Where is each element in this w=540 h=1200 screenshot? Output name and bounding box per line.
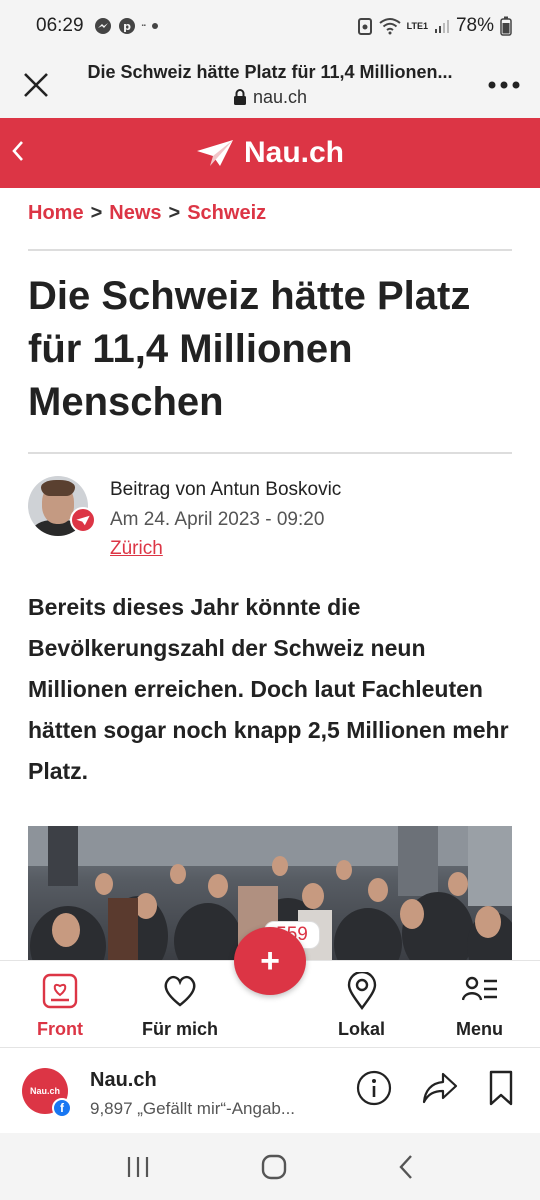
nav-item-fuer-mich[interactable]: Für mich (142, 971, 218, 1040)
battery-level: 78% (455, 15, 494, 36)
article-headline: Die Schweiz hätte Platz für 11,4 Million… (28, 274, 471, 424)
breadcrumb-schweiz[interactable]: Schweiz (187, 202, 266, 225)
breadcrumb-news[interactable]: News (109, 202, 161, 225)
close-icon (24, 73, 48, 97)
location-pin-icon (347, 972, 376, 1010)
signal-icon (434, 20, 449, 33)
divider (28, 249, 512, 251)
author-name: Beitrag von Antun Boskovic (110, 479, 342, 500)
breadcrumb-separator: > (90, 202, 103, 224)
url-text: nau.ch (252, 87, 308, 107)
chevron-left-icon (12, 141, 23, 161)
divider (28, 452, 512, 454)
more-horizontal-icon (488, 81, 520, 89)
nav-item-lokal[interactable]: Lokal (338, 971, 385, 1040)
page-title: Die Schweiz hätte Platz für 11,4 Million… (87, 62, 453, 82)
share-icon[interactable] (422, 1071, 458, 1105)
svg-text:p: p (123, 20, 131, 33)
more-notifications-dot (151, 23, 158, 29)
nav-label: Lokal (338, 1019, 386, 1039)
nau-badge-icon (70, 507, 96, 533)
add-comment-button[interactable]: + (234, 927, 306, 995)
battery-icon (500, 16, 512, 36)
paper-plane-logo-icon (196, 140, 233, 166)
sim-icon (357, 18, 372, 35)
page-url: nau.ch (233, 87, 307, 108)
site-logo[interactable]: Nau.ch (196, 136, 344, 170)
app-notification-icon: ▪▪ (141, 23, 146, 29)
status-bar: 06:29 p ▪▪ LTE1 78% (0, 0, 540, 52)
facebook-page-bar: Nau.ch f Nau.ch 9,897 „Gefällt mir“-Anga… (0, 1047, 540, 1133)
network-type: LTE1 (406, 21, 428, 31)
browser-toolbar: Die Schweiz hätte Platz für 11,4 Million… (0, 52, 540, 118)
home-icon[interactable] (261, 1154, 287, 1180)
publish-date: Am 24. April 2023 - 09:20 (110, 509, 325, 530)
breadcrumb-separator: > (168, 202, 181, 224)
menu-icon (461, 976, 497, 1001)
fb-page-name[interactable]: Nau.ch (90, 1069, 157, 1092)
back-button[interactable] (8, 136, 28, 171)
heart-icon (164, 975, 196, 1007)
site-header: Nau.ch (0, 118, 540, 188)
recent-apps-icon[interactable] (125, 1155, 151, 1179)
breadcrumb-home[interactable]: Home (28, 202, 84, 225)
nav-label: Für mich (142, 1019, 219, 1039)
location-link[interactable]: Zürich (110, 538, 163, 560)
nav-label: Front (37, 1019, 83, 1039)
facebook-icon: f (52, 1098, 72, 1118)
breadcrumb: Home > News > Schweiz (28, 202, 266, 225)
nav-item-front[interactable]: Front (37, 971, 83, 1040)
page-info[interactable]: Die Schweiz hätte Platz für 11,4 Million… (72, 62, 468, 108)
fb-likes-count: 9,897 „Gefällt mir“-Angab... (90, 1099, 296, 1118)
close-button[interactable] (0, 72, 72, 98)
pinterest-icon: p (118, 18, 135, 34)
article-lead: Bereits dieses Jahr könnte die Bevölkeru… (28, 594, 509, 784)
logo-text: Nau.ch (243, 136, 345, 169)
notification-icons: p ▪▪ (94, 17, 158, 35)
status-time: 06:29 (36, 15, 84, 36)
nav-item-menu[interactable]: Menu (456, 971, 503, 1040)
back-icon[interactable] (397, 1154, 415, 1180)
fb-avatar-text: Nau.ch (29, 1086, 60, 1096)
nav-label: Menu (456, 1019, 503, 1039)
front-icon (42, 973, 78, 1009)
lock-icon (233, 89, 246, 105)
bookmark-icon[interactable] (488, 1070, 514, 1106)
info-icon[interactable] (356, 1070, 392, 1106)
more-options-button[interactable] (468, 81, 540, 89)
wifi-icon (379, 18, 401, 35)
messenger-icon (94, 18, 111, 34)
system-navigation-bar (0, 1133, 540, 1200)
